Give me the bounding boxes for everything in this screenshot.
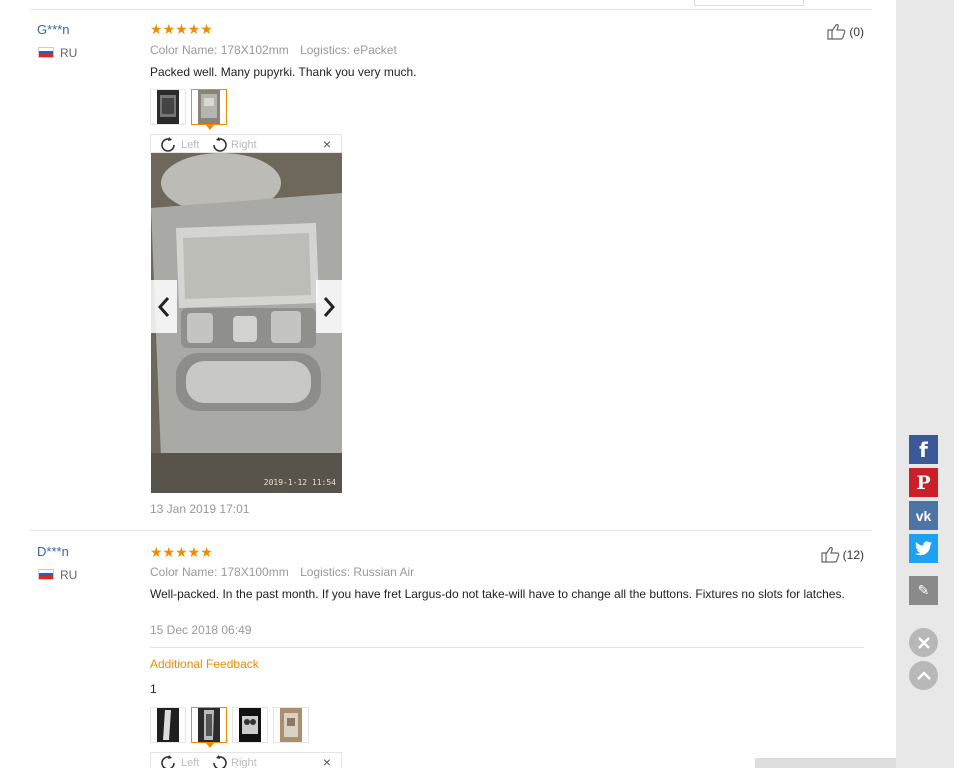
review-meta: Color Name: 178X102mm Logistics: ePacket	[150, 43, 397, 57]
bottom-toolbar	[755, 758, 896, 768]
photo-thumbnails	[150, 89, 227, 130]
star-rating: ★★★★★	[150, 544, 213, 560]
photo-thumbnail[interactable]	[273, 707, 309, 743]
divider	[30, 9, 872, 10]
photo-thumbnail[interactable]	[232, 707, 268, 743]
helpful-count: (12)	[842, 547, 864, 562]
reviewer-country: RU	[60, 568, 78, 582]
facebook-share-button[interactable]: f	[909, 435, 938, 464]
additional-feedback-title: Additional Feedback	[150, 657, 259, 671]
rotate-right-label: Right	[231, 138, 257, 151]
review-photo: 2019-1-12 11:54	[151, 153, 342, 493]
photo-thumbnail-selected[interactable]	[191, 89, 227, 130]
rotate-left-button[interactable]: Left	[159, 754, 199, 768]
photo-thumbnail[interactable]	[150, 707, 186, 743]
edit-icon: ✎	[917, 582, 930, 598]
vk-share-button[interactable]: vk	[909, 501, 938, 530]
rotate-left-button[interactable]: Left	[159, 136, 199, 153]
color-name: Color Name: 178X102mm	[150, 43, 289, 57]
photo-viewer-toolbar: Left Right ×	[150, 134, 342, 153]
helpful-button[interactable]: (0)	[827, 23, 864, 40]
chevron-up-icon	[916, 670, 931, 680]
twitter-share-button[interactable]	[909, 534, 938, 563]
back-to-top-button[interactable]	[909, 661, 938, 690]
reviews-page: G***n RU ★★★★★ Color Name: 178X102mm Log…	[0, 0, 896, 768]
pinterest-icon: P	[916, 471, 931, 494]
rotate-right-icon	[213, 137, 227, 152]
rotate-left-label: Left	[181, 138, 200, 151]
review-text: Packed well. Many pupyrki. Thank you ver…	[150, 65, 417, 79]
previous-photo-button[interactable]	[151, 280, 177, 333]
rotate-left-icon	[161, 137, 175, 152]
additional-feedback-text: 1	[150, 682, 157, 696]
reviewer-name[interactable]: D***n	[37, 544, 69, 559]
logistics: Logistics: Russian Air	[300, 565, 415, 579]
pinterest-share-button[interactable]: P	[909, 468, 938, 497]
close-sidebar-button[interactable]	[909, 628, 938, 657]
reviewer-name[interactable]: G***n	[37, 22, 70, 37]
review-meta: Color Name: 178X100mm Logistics: Russian…	[150, 565, 414, 579]
rotate-left-label: Left	[181, 756, 200, 768]
rotate-right-icon	[213, 755, 227, 768]
helpful-button[interactable]: (12)	[821, 546, 864, 563]
thumbs-up-icon	[827, 23, 847, 40]
russia-flag-icon	[38, 47, 54, 58]
photo-thumbnail[interactable]	[150, 89, 186, 125]
photo-thumbnail-selected[interactable]	[191, 707, 227, 748]
vk-icon: vk	[915, 507, 932, 524]
review-date: 13 Jan 2019 17:01	[150, 502, 250, 516]
chevron-left-icon	[157, 296, 170, 317]
sort-dropdown[interactable]	[694, 0, 804, 6]
review-date: 15 Dec 2018 06:49	[150, 623, 252, 637]
close-icon	[917, 636, 930, 649]
color-name: Color Name: 178X100mm	[150, 565, 289, 579]
rotate-right-label: Right	[231, 756, 257, 768]
photo-viewer-toolbar: Left Right ×	[150, 752, 342, 768]
photo-image	[151, 153, 342, 493]
helpful-count: (0)	[849, 24, 864, 39]
russia-flag-icon	[38, 569, 54, 580]
divider	[150, 647, 864, 648]
close-viewer-button[interactable]: ×	[323, 754, 331, 768]
logistics: Logistics: ePacket	[300, 43, 397, 57]
close-viewer-button[interactable]: ×	[323, 136, 331, 152]
facebook-icon: f	[919, 437, 928, 462]
next-photo-button[interactable]	[316, 280, 342, 333]
divider	[30, 530, 872, 531]
twitter-icon	[914, 541, 932, 556]
thumbs-up-icon	[821, 546, 841, 563]
chevron-right-icon	[323, 296, 336, 317]
rotate-left-icon	[161, 755, 175, 768]
star-rating: ★★★★★	[150, 21, 213, 37]
reviewer-country: RU	[60, 46, 78, 60]
photo-timestamp: 2019-1-12 11:54	[263, 478, 336, 487]
review-text: Well-packed. In the past month. If you h…	[150, 587, 845, 601]
photo-thumbnails	[150, 707, 309, 748]
rotate-right-button[interactable]: Right	[209, 754, 257, 768]
edit-feedback-button[interactable]: ✎	[909, 576, 938, 605]
rotate-right-button[interactable]: Right	[209, 136, 257, 153]
